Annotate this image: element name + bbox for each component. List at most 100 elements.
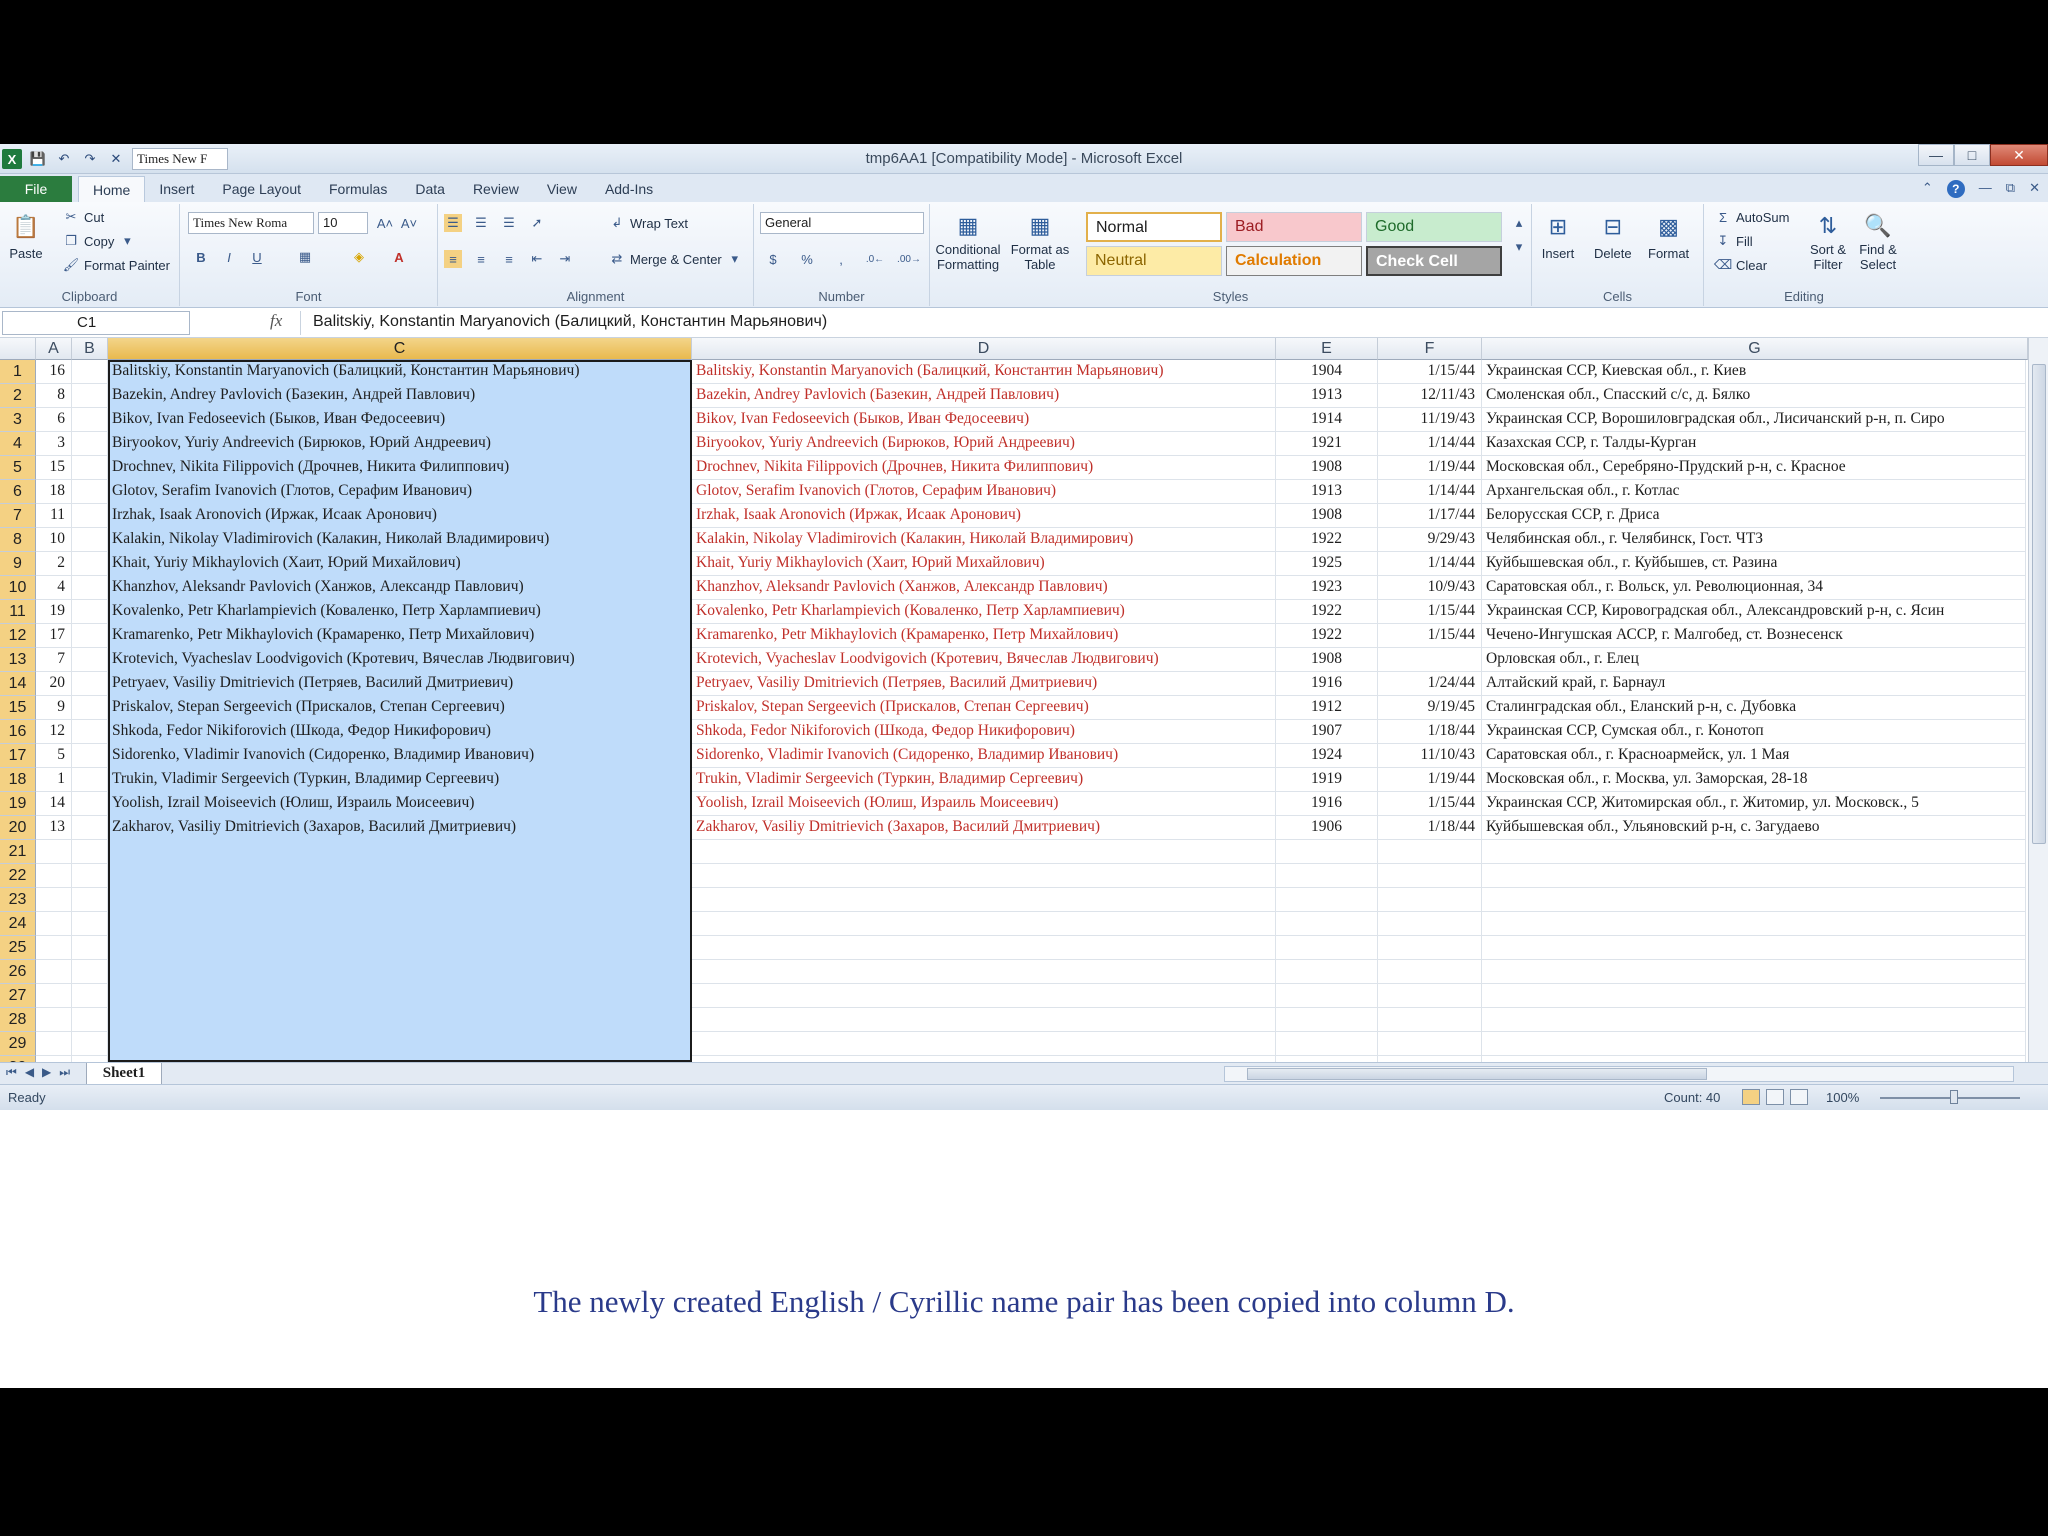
fill-color-button[interactable]: ◈ — [350, 248, 368, 266]
cell-b[interactable] — [72, 912, 108, 936]
cell-b[interactable] — [72, 816, 108, 840]
cell-e[interactable] — [1276, 984, 1378, 1008]
cell-g[interactable]: Московская обл., Серебряно-Прудский р-н,… — [1482, 456, 2026, 480]
cell-a[interactable]: 15 — [36, 456, 72, 480]
row-header[interactable]: 17 — [0, 744, 36, 768]
cell-e[interactable]: 1907 — [1276, 720, 1378, 744]
cell-a[interactable]: 12 — [36, 720, 72, 744]
cell-c[interactable]: Biryookov, Yuriy Andreevich (Бирюков, Юр… — [108, 432, 692, 456]
row-header[interactable]: 14 — [0, 672, 36, 696]
cell-e[interactable] — [1276, 912, 1378, 936]
underline-button[interactable]: U — [248, 248, 266, 266]
align-top-icon[interactable]: ☰ — [444, 214, 462, 232]
cell-c[interactable] — [108, 840, 692, 864]
cell-d[interactable] — [692, 888, 1276, 912]
column-header-a[interactable]: A — [36, 338, 72, 360]
style-neutral[interactable]: Neutral — [1086, 246, 1222, 276]
cell-c[interactable]: Krotevich, Vyacheslav Loodvigovich (Крот… — [108, 648, 692, 672]
cell-f[interactable]: 1/14/44 — [1378, 432, 1482, 456]
cell-a[interactable]: 10 — [36, 528, 72, 552]
cell-b[interactable] — [72, 504, 108, 528]
cell-e[interactable]: 1921 — [1276, 432, 1378, 456]
cell-f[interactable] — [1378, 936, 1482, 960]
align-middle-icon[interactable]: ☰ — [472, 214, 490, 232]
cell-c[interactable]: Sidorenko, Vladimir Ivanovich (Сидоренко… — [108, 744, 692, 768]
cell-d[interactable]: Khanzhov, Aleksandr Pavlovich (Ханжов, А… — [692, 576, 1276, 600]
tab-add-ins[interactable]: Add-Ins — [591, 176, 667, 202]
cell-e[interactable]: 1922 — [1276, 600, 1378, 624]
cell-d[interactable]: Drochnev, Nikita Filippovich (Дрочнев, Н… — [692, 456, 1276, 480]
cell-c[interactable] — [108, 888, 692, 912]
cell-f[interactable]: 10/9/43 — [1378, 576, 1482, 600]
cell-g[interactable] — [1482, 1008, 2026, 1032]
cell-e[interactable]: 1924 — [1276, 744, 1378, 768]
row-header[interactable]: 24 — [0, 912, 36, 936]
cell-g[interactable]: Орловская обл., г. Елец — [1482, 648, 2026, 672]
cell-d[interactable]: Yoolish, Izrail Moiseevich (Юлиш, Израил… — [692, 792, 1276, 816]
cell-a[interactable]: 6 — [36, 408, 72, 432]
cell-e[interactable]: 1908 — [1276, 456, 1378, 480]
align-right-icon[interactable]: ≡ — [500, 250, 518, 268]
cell-g[interactable]: Смоленская обл., Спасский с/с, д. Бялко — [1482, 384, 2026, 408]
maximize-icon[interactable]: □ — [1954, 144, 1990, 166]
cell-b[interactable] — [72, 840, 108, 864]
cell-c[interactable]: Priskalov, Stepan Sergeevich (Прискалов,… — [108, 696, 692, 720]
cell-a[interactable]: 20 — [36, 672, 72, 696]
row-header[interactable]: 20 — [0, 816, 36, 840]
grow-font-button[interactable]: A˄ — [376, 214, 394, 232]
row-header[interactable]: 2 — [0, 384, 36, 408]
cell-a[interactable]: 11 — [36, 504, 72, 528]
cell-a[interactable]: 7 — [36, 648, 72, 672]
cell-c[interactable]: Bikov, Ivan Fedoseevich (Быков, Иван Фед… — [108, 408, 692, 432]
page-break-view-icon[interactable] — [1790, 1089, 1808, 1105]
tab-view[interactable]: View — [533, 176, 591, 202]
tab-page-layout[interactable]: Page Layout — [208, 176, 315, 202]
borders-button[interactable]: ▦ — [296, 248, 314, 266]
row-header[interactable]: 28 — [0, 1008, 36, 1032]
cell-b[interactable] — [72, 456, 108, 480]
first-sheet-icon[interactable]: ⏮ — [6, 1065, 17, 1080]
row-header[interactable]: 6 — [0, 480, 36, 504]
row-header[interactable]: 29 — [0, 1032, 36, 1056]
cell-f[interactable]: 1/15/44 — [1378, 624, 1482, 648]
clear-button[interactable]: ⌫ Clear — [1714, 256, 1767, 274]
cell-f[interactable]: 1/18/44 — [1378, 816, 1482, 840]
cell-g[interactable]: Челябинская обл., г. Челябинск, Гост. ЧТ… — [1482, 528, 2026, 552]
cell-c[interactable]: Bazekin, Andrey Pavlovich (Базекин, Андр… — [108, 384, 692, 408]
cell-d[interactable]: Bazekin, Andrey Pavlovich (Базекин, Андр… — [692, 384, 1276, 408]
zoom-level[interactable]: 100% — [1826, 1090, 1859, 1105]
cell-d[interactable] — [692, 936, 1276, 960]
cell-d[interactable]: Sidorenko, Vladimir Ivanovich (Сидоренко… — [692, 744, 1276, 768]
cell-a[interactable]: 17 — [36, 624, 72, 648]
cell-g[interactable]: Московская обл., г. Москва, ул. Заморска… — [1482, 768, 2026, 792]
column-header-d[interactable]: D — [692, 338, 1276, 360]
cell-f[interactable]: 9/29/43 — [1378, 528, 1482, 552]
horizontal-scroll-thumb[interactable] — [1247, 1068, 1707, 1080]
cell-g[interactable] — [1482, 1032, 2026, 1056]
cut-button[interactable]: ✂ Cut — [62, 208, 105, 226]
cell-d[interactable]: Balitskiy, Konstantin Maryanovich (Балиц… — [692, 360, 1276, 384]
cell-c[interactable] — [108, 1032, 692, 1056]
row-header[interactable]: 11 — [0, 600, 36, 624]
cell-g[interactable] — [1482, 960, 2026, 984]
cell-b[interactable] — [72, 528, 108, 552]
vertical-scrollbar[interactable] — [2028, 338, 2048, 1062]
tab-data[interactable]: Data — [401, 176, 459, 202]
row-header[interactable]: 25 — [0, 936, 36, 960]
cell-f[interactable] — [1378, 840, 1482, 864]
close-icon[interactable]: ✕ — [1990, 144, 2048, 166]
help-icon[interactable]: ? — [1946, 180, 1965, 198]
cell-f[interactable] — [1378, 984, 1482, 1008]
align-center-icon[interactable]: ≡ — [472, 250, 490, 268]
cell-a[interactable]: 18 — [36, 480, 72, 504]
cell-e[interactable]: 1922 — [1276, 528, 1378, 552]
cell-d[interactable]: Priskalov, Stepan Sergeevich (Прискалов,… — [692, 696, 1276, 720]
delete-cells-button[interactable]: ⊟ Delete — [1594, 210, 1632, 261]
cell-a[interactable]: 3 — [36, 432, 72, 456]
column-header-e[interactable]: E — [1276, 338, 1378, 360]
align-left-icon[interactable]: ≡ — [444, 250, 462, 268]
cell-d[interactable]: Zakharov, Vasiliy Dmitrievich (Захаров, … — [692, 816, 1276, 840]
cell-b[interactable] — [72, 1032, 108, 1056]
column-header-g[interactable]: G — [1482, 338, 2028, 360]
cell-d[interactable]: Bikov, Ivan Fedoseevich (Быков, Иван Фед… — [692, 408, 1276, 432]
